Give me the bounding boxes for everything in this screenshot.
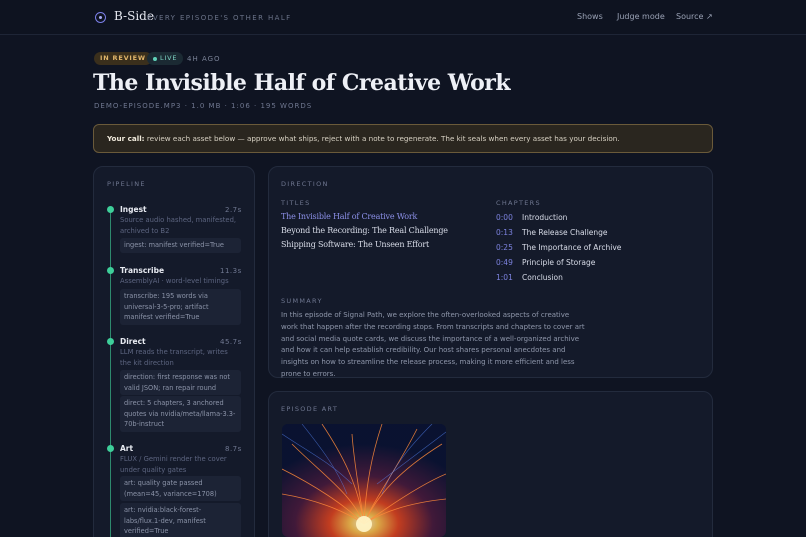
- callout-lead: Your call:: [107, 134, 145, 143]
- review-callout: Your call: review each asset below — app…: [93, 124, 713, 153]
- brand-tagline: EVERY EPISODE'S OTHER HALF: [147, 14, 292, 22]
- step-status-icon: [107, 267, 114, 274]
- cover-art-graphic: [282, 424, 446, 537]
- step-name-transcribe: Transcribe: [120, 266, 165, 275]
- episode-art-image[interactable]: [282, 424, 446, 537]
- titles-label: TITLES: [281, 199, 311, 207]
- step-log: ingest: manifest verified=True: [120, 238, 241, 253]
- step-desc-art: FLUX / Gemini render the cover under qua…: [120, 455, 227, 474]
- file-meta: DEMO-EPISODE.MP3 · 1.0 MB · 1:06 · 195 W…: [94, 102, 313, 110]
- page-title: The Invisible Half of Creative Work: [93, 70, 511, 96]
- step-log: direct: 5 chapters, 3 anchored quotes vi…: [120, 396, 241, 432]
- step-status-icon: [107, 338, 114, 345]
- nav-judge-mode[interactable]: Judge mode: [617, 12, 665, 21]
- chapter-title: Introduction: [522, 213, 568, 222]
- logo-icon: [95, 12, 106, 23]
- step-time-transcribe: 11.3s: [220, 267, 242, 275]
- step-status-icon: [107, 206, 114, 213]
- title-option[interactable]: Shipping Software: The Unseen Effort: [281, 240, 429, 249]
- chapter-title: The Importance of Archive: [522, 243, 622, 252]
- step-time-art: 8.7s: [225, 445, 242, 453]
- title-option[interactable]: The Invisible Half of Creative Work: [281, 212, 417, 221]
- chapter-time[interactable]: 0:49: [496, 258, 513, 267]
- step-log: direction: first response was not valid …: [120, 370, 241, 395]
- step-name-art: Art: [120, 444, 134, 453]
- episode-art-label: EPISODE ART: [281, 405, 339, 413]
- chapter-time[interactable]: 0:25: [496, 243, 513, 252]
- step-name-ingest: Ingest: [120, 205, 147, 214]
- step-name-direct: Direct: [120, 337, 146, 346]
- pipeline-label: PIPELINE: [107, 180, 146, 188]
- step-log: art: quality gate passed (mean=45, varia…: [120, 476, 241, 501]
- summary-label: SUMMARY: [281, 297, 323, 305]
- nav-shows[interactable]: Shows: [577, 12, 603, 21]
- chapter-title: Conclusion: [522, 273, 563, 282]
- step-log: transcribe: 195 words via universal-3-5-…: [120, 289, 241, 325]
- callout-text: review each asset below — approve what s…: [144, 134, 620, 143]
- chapter-time[interactable]: 1:01: [496, 273, 513, 282]
- chapters-label: CHAPTERS: [496, 199, 541, 207]
- step-log: art: nvidia:black-forest-labs/flux.1-dev…: [120, 503, 241, 537]
- chapter-time[interactable]: 0:13: [496, 228, 513, 237]
- live-dot-icon: [153, 57, 157, 61]
- step-time-direct: 45.7s: [220, 338, 242, 346]
- nav-source[interactable]: Source ↗: [676, 12, 713, 21]
- status-badge: IN REVIEW: [94, 52, 152, 65]
- title-option[interactable]: Beyond the Recording: The Real Challenge: [281, 226, 448, 235]
- step-status-icon: [107, 445, 114, 452]
- chapter-time[interactable]: 0:00: [496, 213, 513, 222]
- step-desc-direct: LLM reads the transcript, writes the kit…: [120, 348, 228, 367]
- chapter-title: The Release Challenge: [522, 228, 608, 237]
- step-desc-transcribe: AssemblyAI · word-level timings: [120, 277, 229, 285]
- step-time-ingest: 2.7s: [225, 206, 242, 214]
- live-badge-label: LIVE: [160, 54, 178, 62]
- pipeline-track: [110, 209, 111, 537]
- summary-text: In this episode of Signal Path, we explo…: [281, 311, 585, 378]
- time-ago: 4H AGO: [187, 55, 221, 63]
- chapter-title: Principle of Storage: [522, 258, 596, 267]
- top-bar: B-Side EVERY EPISODE'S OTHER HALF Shows …: [0, 0, 806, 35]
- direction-label: DIRECTION: [281, 180, 329, 188]
- step-desc-ingest: Source audio hashed, manifested, archive…: [120, 216, 237, 235]
- live-badge: LIVE: [147, 52, 184, 65]
